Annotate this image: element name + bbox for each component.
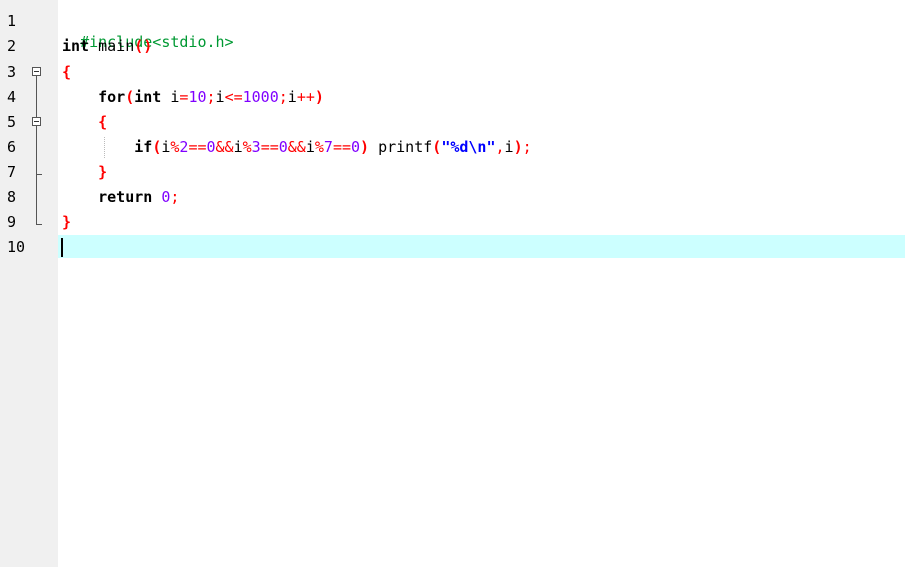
keyword-token: int [62,37,90,55]
fold-guide-line [36,76,37,224]
keyword-token: int [134,88,162,106]
code-editor[interactable] [58,0,905,567]
operator-token: % [242,138,252,156]
line-number: 9 [7,213,17,231]
fold-toggle-icon[interactable] [32,117,41,126]
indent-token [62,163,98,181]
text-caret [61,238,63,257]
number-token: 7 [323,138,333,156]
number-token: 0 [206,138,216,156]
operator-token: == [260,138,279,156]
line-number-gutter [0,0,58,567]
identifier-token: i [233,138,243,156]
line-number: 2 [7,37,17,55]
keyword-token: if [134,138,153,156]
line-number: 4 [7,88,17,106]
operator-token: % [314,138,324,156]
brace-token: } [98,163,108,181]
paren-token: ( [152,138,162,156]
indent-token [62,113,98,131]
code-line-1: #include<stdio.h> [62,11,234,51]
operator-token: ++ [296,88,315,106]
operator-token: && [287,138,306,156]
code-line-4: for(int i=10;i<=1000;i++) [62,87,324,108]
fold-end-marker [36,224,42,225]
line-number: 5 [7,113,17,131]
paren-token: ) [513,138,523,156]
current-line-highlight [58,235,905,258]
operator-token: , [495,138,505,156]
paren-token: ) [360,138,370,156]
paren-token: ( [432,138,442,156]
fold-toggle-icon[interactable] [32,67,41,76]
number-token: 3 [251,138,261,156]
code-line-8: return 0; [62,187,179,208]
code-line-3: { [62,62,71,83]
number-token: 10 [188,88,207,106]
identifier-token: i [305,138,315,156]
indent-token [62,138,134,156]
line-number: 8 [7,188,17,206]
operator-token: ; [278,88,288,106]
identifier-token: i [504,138,514,156]
string-token: "%d\n" [441,138,496,156]
code-line-5: { [62,112,107,133]
fold-end-marker [36,174,42,175]
identifier-token: main [89,37,135,55]
brace-token: { [98,113,108,131]
identifier-token: i [215,88,225,106]
line-number: 3 [7,63,17,81]
operator-token: == [332,138,351,156]
number-token: 1000 [242,88,279,106]
code-line-9: } [62,212,71,233]
operator-token: == [188,138,207,156]
paren-token: ) [314,88,324,106]
identifier-token: printf [369,138,433,156]
operator-token: && [215,138,234,156]
number-token: 0 [351,138,361,156]
keyword-token: return [98,188,153,206]
identifier-token: i [161,88,180,106]
number-token: 0 [278,138,288,156]
line-number: 1 [7,12,17,30]
operator-token: ; [170,188,180,206]
indent-token [62,88,98,106]
line-number: 6 [7,138,17,156]
paren-token: () [134,37,153,55]
operator-token: ; [522,138,532,156]
code-line-6: if(i%2==0&&i%3==0&&i%7==0) printf("%d\n"… [62,137,532,158]
brace-token: { [62,63,72,81]
paren-token: ( [125,88,135,106]
operator-token: <= [224,88,243,106]
code-line-2: int main() [62,36,152,57]
line-number: 10 [7,238,26,256]
brace-token: } [62,213,72,231]
code-line-7: } [62,162,107,183]
keyword-token: for [98,88,126,106]
line-number: 7 [7,163,17,181]
operator-token: ; [206,88,216,106]
identifier-token: i [287,88,297,106]
indent-token [62,188,98,206]
